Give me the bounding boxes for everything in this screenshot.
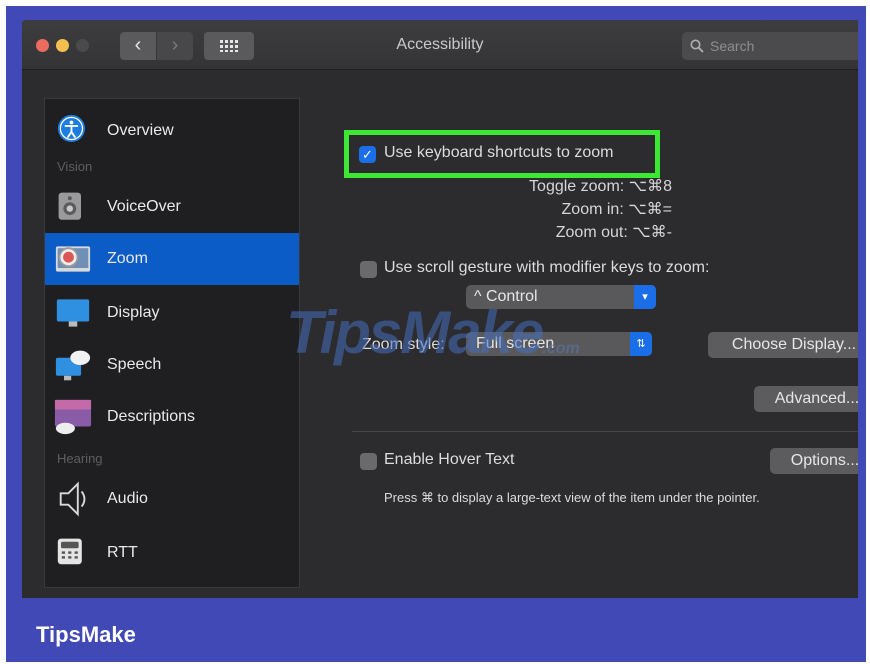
- sidebar-item-speech[interactable]: Speech: [45, 339, 299, 391]
- rtt-icon: [57, 538, 82, 565]
- sidebar-item-label: RTT: [107, 544, 138, 561]
- watermark-text: TipsMake: [286, 299, 544, 366]
- watermark: TipsMake.com: [286, 298, 580, 367]
- search-icon: [690, 39, 704, 53]
- sidebar-item-rtt[interactable]: RTT: [45, 527, 299, 579]
- toggle-zoom-shortcut: Toggle zoom: ⌥⌘8: [529, 178, 672, 195]
- zoom-icon: [55, 246, 91, 272]
- sidebar-header-vision: Vision: [57, 159, 93, 174]
- watermark-suffix: .com: [542, 340, 580, 357]
- title-bar: ‹ › Accessibility Search: [22, 20, 858, 70]
- hover-text-label: Enable Hover Text: [384, 451, 515, 468]
- sidebar-item-display[interactable]: Display: [45, 287, 299, 339]
- sidebar-item-label: Display: [107, 304, 160, 321]
- sidebar-header-hearing: Hearing: [57, 451, 103, 466]
- scroll-gesture-checkbox[interactable]: [360, 261, 377, 278]
- sidebar-item-label: Zoom: [107, 250, 148, 267]
- display-icon: [56, 299, 90, 327]
- scroll-gesture-label: Use scroll gesture with modifier keys to…: [384, 259, 710, 276]
- keyboard-shortcuts-label: Use keyboard shortcuts to zoom: [384, 144, 614, 161]
- divider: [352, 431, 858, 432]
- hover-text-description: Press ⌘ to display a large-text view of …: [384, 490, 760, 505]
- keyboard-shortcuts-checkbox[interactable]: ✓: [359, 146, 376, 163]
- voiceover-icon: [58, 192, 81, 220]
- sidebar-item-voiceover[interactable]: VoiceOver: [45, 181, 299, 233]
- choose-display-button[interactable]: Choose Display...: [708, 332, 858, 358]
- sidebar-item-label: Overview: [107, 122, 174, 139]
- descriptions-icon: [54, 399, 92, 435]
- sidebar-item-label: VoiceOver: [107, 198, 181, 215]
- sidebar-item-label: Descriptions: [107, 408, 196, 425]
- search-placeholder: Search: [710, 38, 755, 54]
- sidebar-item-overview[interactable]: Overview: [45, 105, 299, 157]
- sidebar: Overview Vision VoiceOver Zoom Display S: [44, 98, 300, 588]
- sidebar-item-label: Speech: [107, 356, 162, 373]
- sidebar-item-label: Audio: [107, 490, 148, 507]
- speech-icon: [55, 350, 91, 381]
- brand-caption: TipsMake: [36, 622, 136, 647]
- checkmark-icon: ✓: [362, 147, 373, 162]
- sidebar-item-descriptions[interactable]: Descriptions: [45, 391, 299, 443]
- accessibility-icon: [57, 114, 86, 143]
- options-button[interactable]: Options...: [770, 448, 858, 474]
- hover-text-checkbox[interactable]: [360, 453, 377, 470]
- chevron-down-icon: ▾: [634, 285, 656, 309]
- up-down-arrows-icon: ⇅: [630, 332, 652, 356]
- sidebar-item-audio[interactable]: Audio: [45, 473, 299, 525]
- search-field[interactable]: Search: [682, 32, 858, 60]
- zoom-in-shortcut: Zoom in: ⌥⌘=: [561, 201, 672, 218]
- sidebar-item-zoom[interactable]: Zoom: [45, 233, 299, 285]
- speaker-icon: [59, 481, 86, 517]
- advanced-button[interactable]: Advanced...: [754, 386, 858, 412]
- zoom-out-shortcut: Zoom out: ⌥⌘-: [555, 224, 672, 241]
